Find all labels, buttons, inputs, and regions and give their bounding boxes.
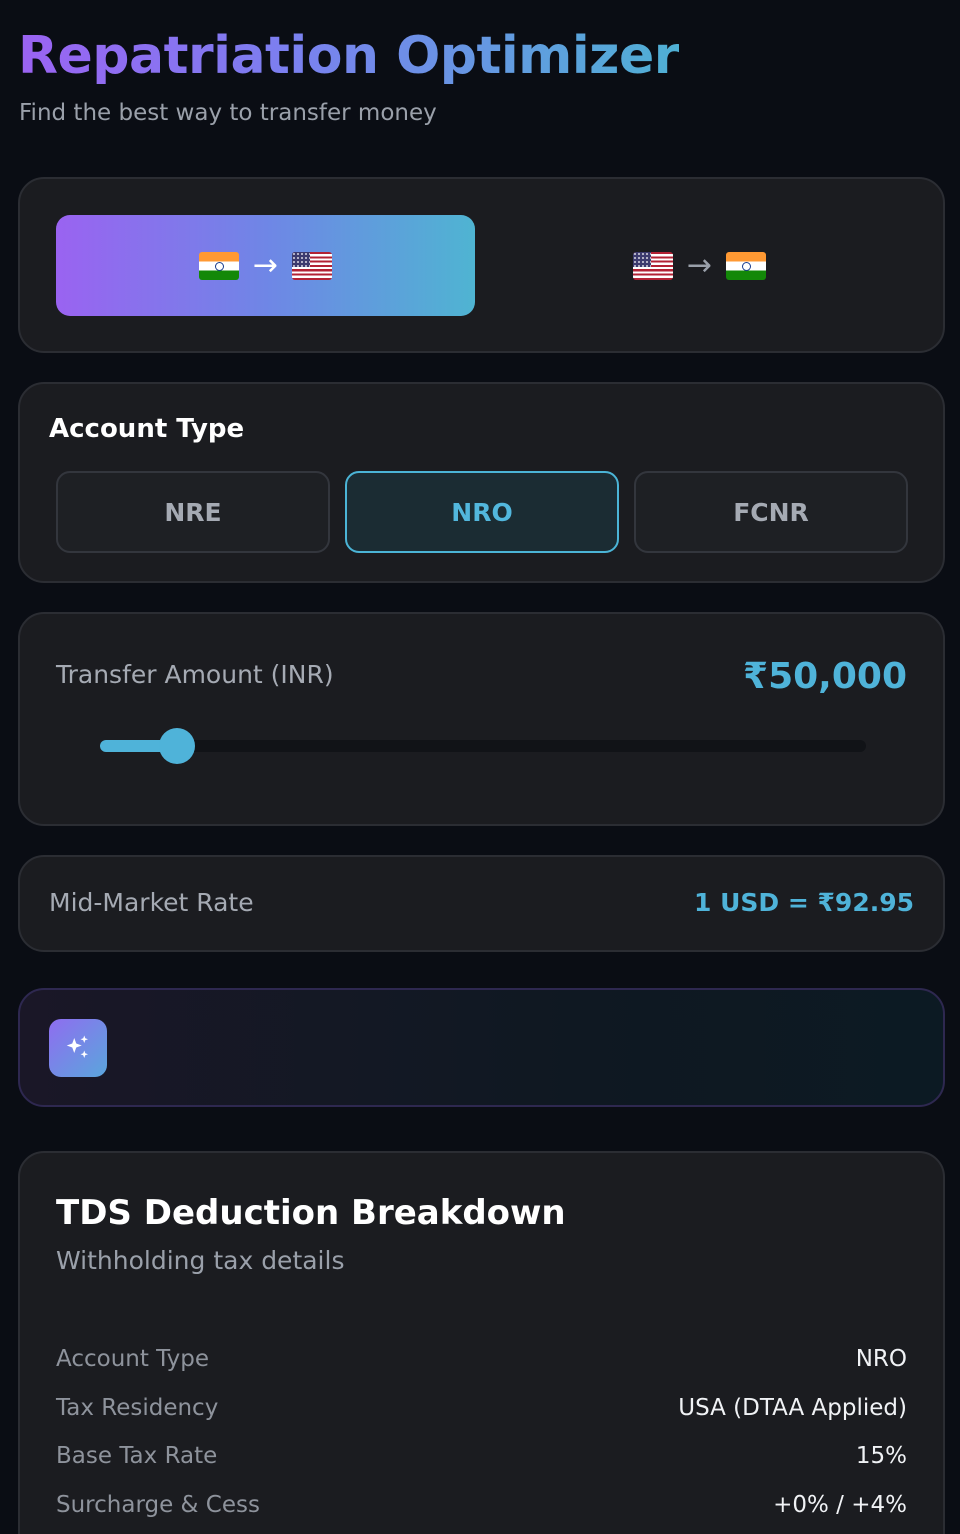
tds-row-key: Tax Residency [56,1395,219,1421]
account-type-nre-button[interactable]: NRE [56,471,330,553]
sparkles-icon [49,1019,107,1077]
transfer-amount-card: Transfer Amount (INR) ₹50,000 [18,612,945,826]
transfer-amount-slider[interactable] [100,728,866,764]
arrow-right-icon: → [252,248,279,283]
tds-row-key: Account Type [56,1346,210,1372]
mid-market-rate-card: Mid-Market Rate 1 USD = ₹92.95 [18,855,945,952]
transfer-amount-label: Transfer Amount (INR) [56,660,334,689]
direction-toggle-card: → → [18,177,945,353]
transfer-amount-value: ₹50,000 [743,656,907,697]
account-type-label: Account Type [49,414,245,444]
account-type-fcnr-button[interactable]: FCNR [634,471,908,553]
india-flag-icon [198,251,239,280]
slider-thumb[interactable] [158,728,195,764]
usa-flag-icon [292,251,333,280]
tds-row-value: USA (DTAA Applied) [678,1395,907,1421]
tds-row: Tax Residency USA (DTAA Applied) [56,1395,907,1425]
ai-insight-card [18,988,945,1107]
tds-row: Base Tax Rate 15% [56,1443,907,1473]
direction-india-to-usa-button[interactable]: → [56,215,475,316]
usa-flag-icon [632,251,673,280]
india-flag-icon [726,251,767,280]
tds-row-value: NRO [855,1346,907,1372]
arrow-right-icon: → [686,248,713,283]
direction-usa-to-india-button[interactable]: → [490,215,909,316]
tds-row-key: Base Tax Rate [56,1443,218,1469]
mid-market-rate-value: 1 USD = ₹92.95 [694,888,914,917]
tds-row-value: 15% [855,1443,907,1469]
tds-subtitle: Withholding tax details [56,1246,345,1275]
tds-row: Account Type NRO [56,1346,907,1376]
tds-row-value: +0% / +4% [773,1492,907,1518]
page-title: Repatriation Optimizer [18,26,679,86]
tds-row-key: Surcharge & Cess [56,1492,260,1518]
tds-row: Surcharge & Cess +0% / +4% [56,1492,907,1522]
tds-breakdown-card: TDS Deduction Breakdown Withholding tax … [18,1151,945,1534]
mid-market-rate-label: Mid-Market Rate [49,888,254,917]
tds-title: TDS Deduction Breakdown [56,1193,566,1233]
account-type-nro-button[interactable]: NRO [345,471,619,553]
app-screen: Repatriation Optimizer Find the best way… [0,0,960,1534]
account-type-card: Account Type NRE NRO FCNR [18,382,945,583]
page-subtitle: Find the best way to transfer money [19,100,437,126]
